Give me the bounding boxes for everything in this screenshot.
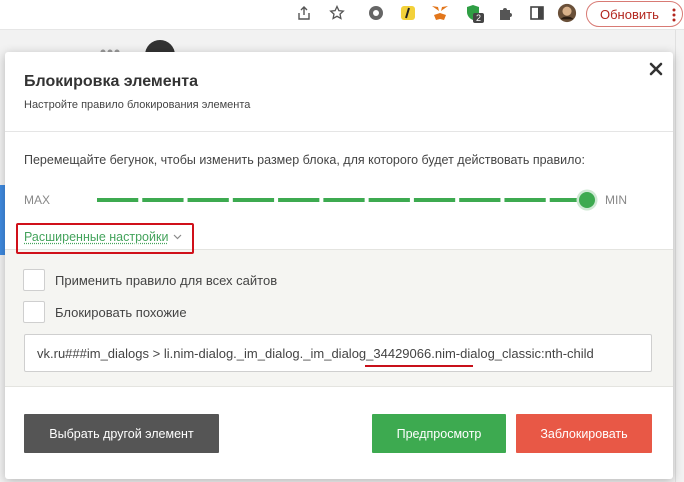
- update-browser-button[interactable]: Обновить: [586, 1, 683, 27]
- dialog-subtitle: Настройте правило блокирования элемента: [24, 99, 251, 111]
- slider-handle[interactable]: [579, 192, 595, 208]
- footer-divider: [5, 386, 673, 387]
- option-label: Применить правило для всех сайтов: [55, 272, 278, 288]
- block-button[interactable]: Заблокировать: [516, 414, 652, 453]
- checkbox-block-similar[interactable]: [23, 301, 45, 323]
- close-button[interactable]: [646, 59, 666, 79]
- chevron-down-icon: [173, 234, 182, 240]
- more-menu-icon[interactable]: [672, 8, 676, 22]
- shield-extension-icon[interactable]: 2: [463, 3, 485, 23]
- extension-badge: 2: [473, 13, 485, 23]
- side-panel-icon[interactable]: [527, 3, 547, 23]
- option-label: Блокировать похожие: [55, 304, 187, 320]
- dialog-title: Блокировка элемента: [24, 73, 199, 90]
- bookmark-star-icon[interactable]: [327, 3, 347, 23]
- share-icon[interactable]: [294, 3, 314, 23]
- profile-avatar[interactable]: [557, 3, 577, 23]
- extension-gear-icon[interactable]: [366, 3, 386, 23]
- browser-toolbar: 2 Обновить: [0, 0, 684, 30]
- bg-scrollbar-edge: [675, 30, 676, 482]
- update-label: Обновить: [600, 6, 659, 22]
- extension-yellow-icon[interactable]: [398, 3, 418, 23]
- option-block-similar[interactable]: Блокировать похожие: [23, 301, 187, 323]
- option-all-sites[interactable]: Применить правило для всех сайтов: [23, 269, 277, 291]
- metamask-fox-icon[interactable]: [430, 3, 450, 23]
- select-other-element-button[interactable]: Выбрать другой элемент: [24, 414, 219, 453]
- preview-button[interactable]: Предпросмотр: [372, 414, 506, 453]
- close-icon[interactable]: [649, 62, 663, 76]
- advanced-settings-label: Расширенные настройки: [24, 230, 169, 244]
- header-divider: [5, 131, 673, 132]
- css-selector-field[interactable]: [24, 334, 652, 372]
- selector-highlight-underline: [365, 365, 473, 367]
- advanced-settings-toggle[interactable]: Расширенные настройки: [24, 230, 182, 244]
- size-slider[interactable]: [89, 189, 603, 211]
- slider-min-label: MIN: [605, 193, 627, 207]
- slider-max-label: MAX: [24, 193, 51, 207]
- checkbox-all-sites[interactable]: [23, 269, 45, 291]
- extensions-puzzle-icon[interactable]: [495, 3, 515, 23]
- block-element-dialog: Блокировка элемента Настройте правило бл…: [5, 52, 673, 479]
- slider-instruction: Перемещайте бегунок, чтобы изменить разм…: [24, 153, 585, 167]
